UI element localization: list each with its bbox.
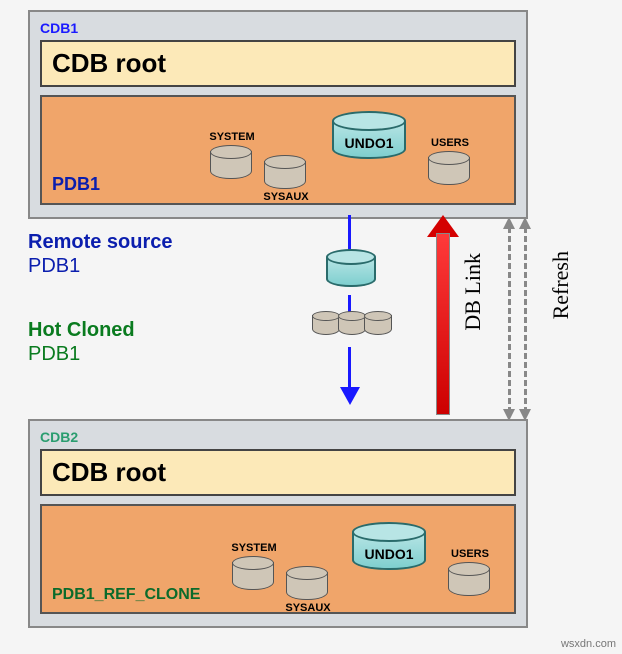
tablespace-system: SYSTEM [210, 145, 252, 179]
hot-cloned-label: Hot Cloned [28, 319, 135, 342]
cdb1-root: CDB root [40, 40, 516, 87]
cdb2-label: CDB2 [40, 429, 516, 445]
refresh-label: Refresh [548, 251, 574, 319]
db-link-label: DB Link [460, 253, 486, 331]
remote-source-pdb: PDB1 [28, 255, 80, 278]
cdb2-container: CDB2 CDB root PDB1_REF_CLONE SYSTEM SYSA… [28, 419, 528, 628]
arrow-down-icon [340, 387, 360, 405]
cdb2-pdb-label: PDB1_REF_CLONE [52, 586, 200, 604]
clone-flow-icon [306, 215, 396, 419]
tablespace-system-label: SYSTEM [206, 131, 258, 143]
tablespace-users: USERS [428, 151, 470, 185]
cdb1-pdb-label: PDB1 [52, 174, 100, 195]
tablespace-users-label: USERS [444, 548, 496, 560]
tablespace-users: USERS [448, 562, 490, 596]
middle-zone: Remote source PDB1 Hot Cloned PDB1 DB Li… [28, 219, 588, 415]
hot-cloned-pdb: PDB1 [28, 343, 80, 366]
cdb1-pdb-box: PDB1 SYSTEM SYSAUX UNDO1 USERS [40, 95, 516, 205]
db-link-arrow-icon [428, 215, 458, 419]
tablespace-undo-label: UNDO1 [332, 135, 406, 151]
tablespace-undo: UNDO1 [332, 111, 406, 159]
datafiles-icon [312, 311, 390, 351]
tablespace-sysaux-label: SYSAUX [260, 191, 312, 203]
tablespace-sysaux: SYSAUX [286, 566, 328, 600]
tablespace-system: SYSTEM [232, 556, 274, 590]
tablespace-sysaux-label: SYSAUX [282, 602, 334, 614]
tablespace-undo: UNDO1 [352, 522, 426, 570]
cdb1-container: CDB1 CDB root PDB1 SYSTEM SYSAUX UNDO1 U… [28, 10, 528, 219]
tablespace-sysaux: SYSAUX [264, 155, 306, 189]
source-db-icon [326, 249, 376, 287]
watermark: wsxdn.com [561, 638, 616, 650]
tablespace-system-label: SYSTEM [228, 542, 280, 554]
remote-source-label: Remote source [28, 231, 173, 254]
refresh-arrow-icon [506, 213, 546, 419]
cdb1-label: CDB1 [40, 20, 516, 36]
tablespace-users-label: USERS [424, 137, 476, 149]
tablespace-undo-label: UNDO1 [352, 546, 426, 562]
cdb2-pdb-box: PDB1_REF_CLONE SYSTEM SYSAUX UNDO1 USERS [40, 504, 516, 614]
cdb2-root: CDB root [40, 449, 516, 496]
